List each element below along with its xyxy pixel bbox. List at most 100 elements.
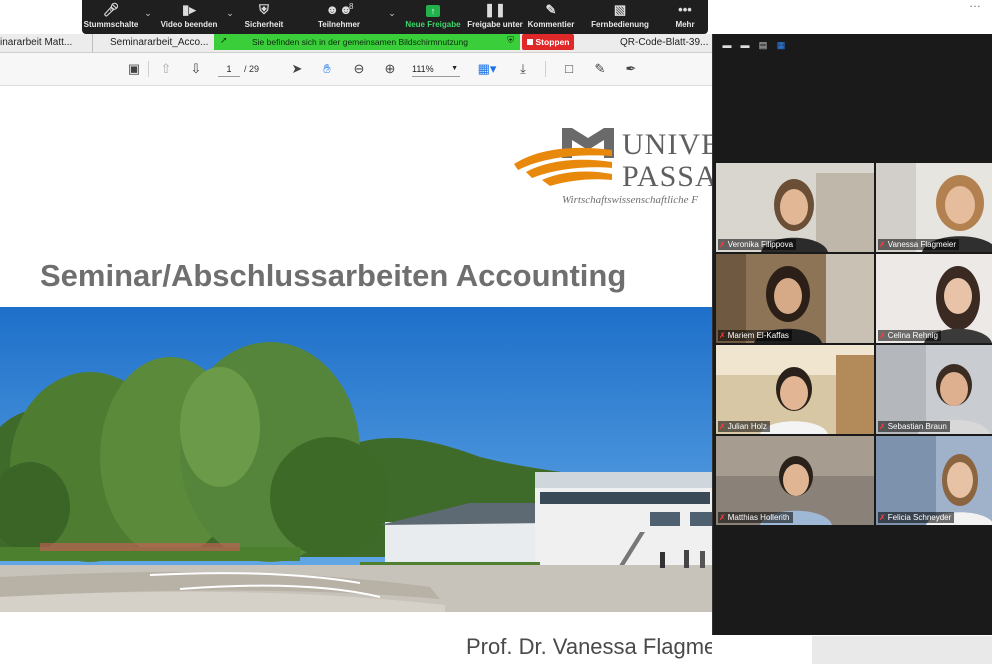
participant-tile[interactable]: ✗ Felicia Schneyder (876, 436, 992, 525)
highlight-pen-icon[interactable]: ✎ (591, 60, 609, 78)
muted-mic-icon: ✗ (719, 331, 726, 340)
university-logo: UNIVER PASSAU Wirtschaftswissenschaftlic… (512, 116, 712, 211)
annotate-button[interactable]: ✎ Kommentier (526, 0, 576, 34)
logo-text-line1: UNIVER (622, 128, 712, 161)
zoom-level-value: 111% (412, 64, 434, 74)
participant-name: Veronika Filippova (727, 240, 794, 249)
video-options-chevron-icon[interactable]: ⌄ (224, 8, 236, 19)
participant-name-label: ✗ Celina Rehnig (878, 330, 941, 341)
participant-name-label: ✗ Julian Holz (718, 421, 770, 432)
participants-icon: ☻☻ (325, 2, 353, 17)
tab-qr-code-blatt[interactable]: QR-Code-Blatt-39... (620, 34, 712, 52)
page-total: / 29 (244, 64, 260, 74)
fit-page-icon[interactable]: ▦▾ (476, 60, 498, 78)
participants-button[interactable]: ☻☻ Teilnehmer (308, 0, 370, 34)
select-cursor-icon[interactable]: ➤ (288, 60, 306, 78)
shield-icon: ⛨ (507, 35, 514, 45)
participant-name-label: ✗ Sebastian Braun (878, 421, 950, 432)
muted-mic-icon: ✗ (719, 513, 726, 522)
zoom-out-icon[interactable]: ⊖ (350, 60, 368, 78)
sign-icon[interactable]: ✒ (622, 60, 640, 78)
desktop-grey-area (812, 636, 992, 664)
remote-control-button[interactable]: ▧ Fernbedienung (588, 0, 652, 34)
pencil-icon: ✎ (545, 2, 557, 17)
participant-tile[interactable]: ✗ Mariem El-Kaffas (716, 254, 874, 343)
toolbar-divider (148, 61, 149, 77)
desktop-background (712, 636, 992, 664)
participant-name-label: ✗ Veronika Filippova (718, 239, 797, 250)
document-author: Prof. Dr. Vanessa Flagmeier (466, 634, 712, 659)
participant-tile[interactable]: ✗ Matthias Hollerith (716, 436, 874, 525)
toolbar-divider (545, 61, 546, 77)
participant-name: Julian Holz (727, 422, 767, 431)
video-camera-icon: ▮▸ (182, 2, 196, 17)
zoom-level-select[interactable]: 111% ▼ (412, 62, 460, 77)
mute-button[interactable]: 🎤︎ Stummschalte (82, 0, 140, 34)
security-button[interactable]: ⛨ Sicherheit (238, 0, 290, 34)
zoom-in-icon[interactable]: ⊕ (381, 60, 399, 78)
hide-video-icon[interactable]: ▬ (739, 40, 751, 50)
pdf-toolbar: ▣ ⇧ ⇩ 1 / 29 ➤ ✋︎ ⊖ ⊕ 111% ▼ ▦▾ ⤓ □ ✎ ✒ (0, 53, 712, 86)
stop-sharing-label: Stoppen (535, 37, 570, 47)
overflow-dots-icon[interactable]: … (969, 0, 982, 10)
download-tray-icon[interactable]: ⤓ (514, 60, 532, 78)
pdf-document-page: UNIVER PASSAU Wirtschaftswissenschaftlic… (0, 86, 712, 664)
participant-tile[interactable]: ✗ Sebastian Braun (876, 345, 992, 434)
participant-name-label: ✗ Felicia Schneyder (878, 512, 955, 523)
gallery-view-icon[interactable]: ▦ (775, 40, 787, 50)
shield-icon: ⛨ (259, 2, 269, 17)
mouse-icon: ▧ (613, 2, 627, 17)
minimize-view-icon[interactable]: ▬ (721, 40, 733, 50)
zoom-meeting-toolbar: 🎤︎ Stummschalte ⌄ ▮▸ Video beenden ⌄ ⛨ S… (82, 0, 708, 34)
stop-video-button[interactable]: ▮▸ Video beenden (156, 0, 222, 34)
participant-name: Matthias Hollerith (727, 513, 790, 522)
previous-page-icon[interactable]: ⇧ (157, 60, 175, 78)
pause-icon: ❚❚ (484, 2, 506, 17)
speaker-view-icon[interactable]: ▤ (757, 40, 769, 50)
share-screen-icon: ↑ (402, 0, 464, 20)
stop-square-icon (526, 39, 533, 45)
participant-tile[interactable]: ✗ Veronika Filippova (716, 163, 874, 252)
muted-mic-icon: ✗ (879, 422, 886, 431)
muted-mic-icon: ✗ (879, 513, 886, 522)
participants-options-chevron-icon[interactable]: ⌄ (386, 8, 398, 19)
pause-share-button[interactable]: ❚❚ Freigabe unter (466, 0, 524, 34)
page-number-input[interactable]: 1 (218, 62, 240, 77)
participant-name-label: ✗ Mariem El-Kaffas (718, 330, 792, 341)
participant-tile[interactable]: ✗ Julian Holz (716, 345, 874, 434)
hand-tool-icon[interactable]: ✋︎ (318, 60, 336, 78)
participant-name-label: ✗ Vanessa Flagmeier (878, 239, 960, 250)
audio-options-chevron-icon[interactable]: ⌄ (142, 8, 154, 19)
sharing-banner-text: Sie befinden sich in der gemeinsamen Bil… (252, 37, 468, 47)
muted-mic-icon: ✗ (719, 240, 726, 249)
microphone-icon: 🎤︎ (102, 2, 120, 17)
new-share-button[interactable]: ↑ Neue Freigabe (402, 0, 464, 34)
participant-name: Sebastian Braun (887, 422, 947, 431)
participant-name: Celina Rehnig (887, 331, 938, 340)
tab-label: Seminararbeit_Acco... (110, 37, 209, 48)
document-title: Seminar/Abschlussarbeiten Accounting (40, 258, 627, 293)
muted-mic-icon: ✗ (719, 422, 726, 431)
participant-name: Felicia Schneyder (887, 513, 952, 522)
more-button[interactable]: ••• Mehr (668, 0, 702, 34)
participant-tile-active-speaker[interactable]: ✗ Vanessa Flagmeier (876, 163, 992, 252)
comment-icon[interactable]: □ (560, 60, 578, 78)
sharing-arrow-icon: ➚ (220, 35, 228, 45)
muted-mic-icon: ✗ (879, 240, 886, 249)
participants-count-badge: 8 (349, 2, 354, 11)
tab-seminararbeit-acco[interactable]: Seminararbeit_Acco... (110, 34, 214, 52)
participant-name: Vanessa Flagmeier (887, 240, 957, 249)
tab-seminararbeit-matt[interactable]: inararbeit Matt... (0, 34, 93, 52)
window-top-strip: … (708, 0, 992, 28)
tab-label: inararbeit Matt... (0, 37, 73, 48)
stop-sharing-button[interactable]: Stoppen (522, 34, 574, 50)
more-dots-icon: ••• (678, 2, 692, 17)
chevron-down-icon: ▼ (451, 65, 458, 72)
zoom-gallery-panel: ▬ ▬ ▤ ▦ ✗ Veronika Filippova ✗ Vanessa Fla… (712, 34, 992, 635)
campus-photo (0, 307, 712, 612)
tab-label: QR-Code-Blatt-39... (620, 37, 709, 48)
snapshot-icon[interactable]: ▣ (125, 60, 143, 78)
participant-tile[interactable]: ✗ Celina Rehnig (876, 254, 992, 343)
participant-name: Mariem El-Kaffas (727, 331, 789, 340)
next-page-icon[interactable]: ⇩ (187, 60, 205, 78)
